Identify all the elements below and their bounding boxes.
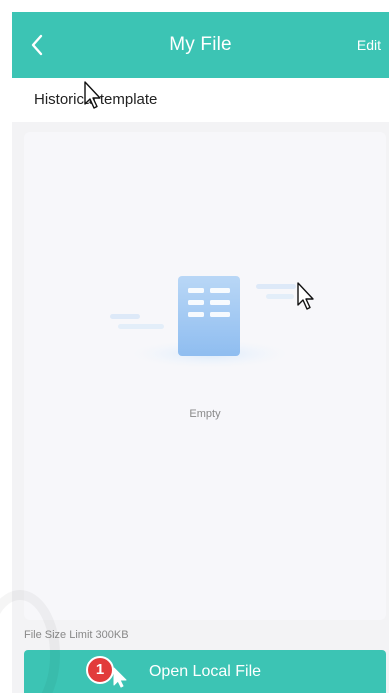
open-local-file-button[interactable]: Open Local File 1: [24, 650, 386, 693]
status-strip: [0, 0, 389, 12]
empty-illustration: [110, 258, 310, 373]
page-title: My File: [169, 34, 232, 55]
open-local-file-label: Open Local File: [148, 663, 262, 680]
file-list-area: Empty: [24, 132, 386, 620]
section-header: Historical template: [12, 78, 389, 122]
navigation-bar: My File Edit: [12, 12, 389, 78]
section-title: Historical template: [34, 91, 158, 108]
edit-button[interactable]: Edit: [357, 12, 381, 78]
empty-state-text: Empty: [189, 408, 221, 420]
document-icon: [110, 276, 296, 368]
screen: My File Edit Historical template Empty F…: [0, 0, 389, 693]
step-badge: 1: [86, 656, 114, 684]
